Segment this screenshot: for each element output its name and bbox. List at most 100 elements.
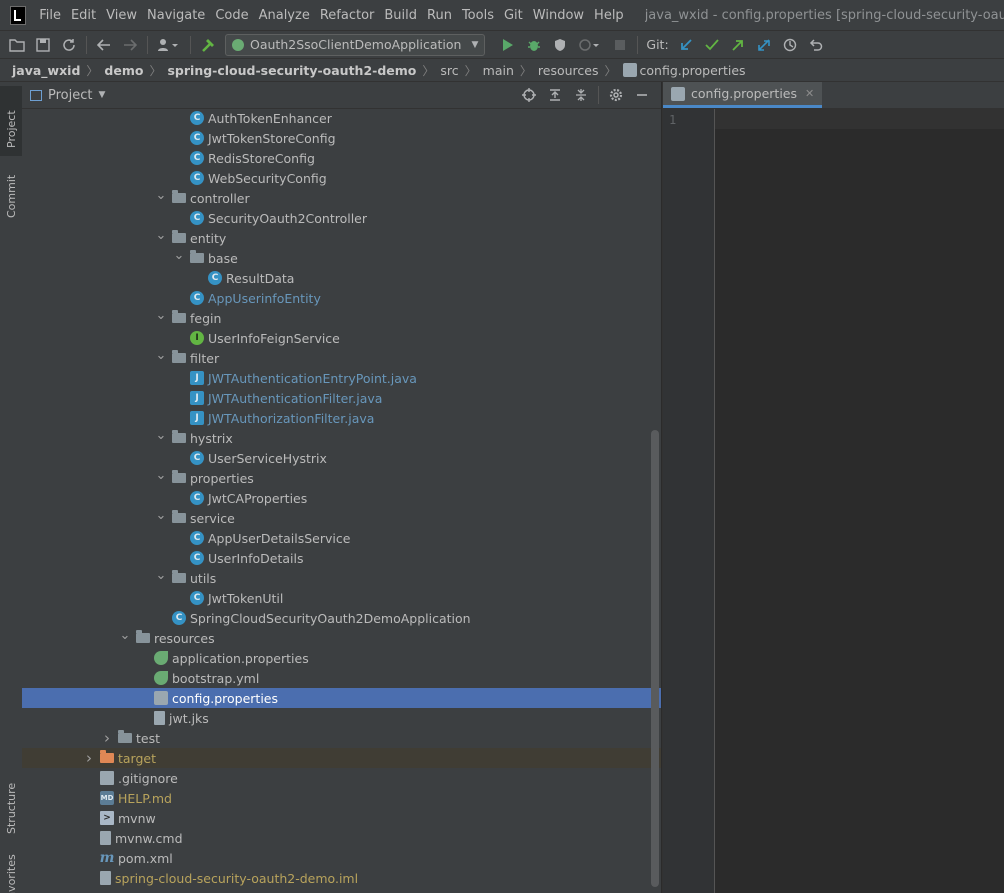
chevron-down-icon[interactable]: ⌄ <box>154 188 168 203</box>
commit-tool-tab[interactable]: Commit <box>0 162 22 232</box>
tree-file-node[interactable]: > mvnw <box>22 808 661 828</box>
menu-item-tools[interactable]: Tools <box>457 8 499 23</box>
tree-file-node[interactable]: C WebSecurityConfig <box>22 168 661 188</box>
project-view-selector[interactable]: Project <box>48 88 92 103</box>
menu-item-edit[interactable]: Edit <box>66 8 101 23</box>
breadcrumb-item[interactable]: config.properties <box>640 63 746 78</box>
locate-target-icon[interactable] <box>518 84 540 106</box>
breadcrumb-item[interactable]: java_wxid <box>12 63 80 78</box>
expand-all-icon[interactable] <box>544 84 566 106</box>
menu-item-code[interactable]: Code <box>210 8 253 23</box>
tree-file-node[interactable]: J JWTAuthenticationEntryPoint.java <box>22 368 661 388</box>
chevron-down-icon[interactable]: ⌄ <box>154 428 168 443</box>
run-configuration-select[interactable]: Oauth2SsoClientDemoApplication ▼ <box>225 33 486 56</box>
favorites-tool-tab[interactable]: Favorites <box>0 842 22 893</box>
tree-folder-node[interactable]: ⌄ fegin <box>22 308 661 328</box>
breadcrumb-item[interactable]: resources <box>538 63 599 78</box>
run-icon[interactable] <box>497 34 519 56</box>
tree-file-node[interactable]: C AppUserinfoEntity <box>22 288 661 308</box>
git-push-icon[interactable] <box>727 34 749 56</box>
tree-scrollbar[interactable] <box>651 430 659 887</box>
chevron-down-icon[interactable]: ⌄ <box>154 568 168 583</box>
user-dropdown-icon[interactable] <box>154 34 184 56</box>
stop-icon[interactable] <box>609 34 631 56</box>
tree-file-node[interactable]: application.properties <box>22 648 661 668</box>
tree-file-node[interactable]: jwt.jks <box>22 708 661 728</box>
menu-item-analyze[interactable]: Analyze <box>254 8 315 23</box>
close-icon[interactable]: ✕ <box>805 87 814 100</box>
tree-folder-node[interactable]: ⌄ base <box>22 248 661 268</box>
menu-item-run[interactable]: Run <box>422 8 457 23</box>
project-tool-tab[interactable]: Project <box>0 86 22 156</box>
tree-folder-node[interactable]: ⌄ properties <box>22 468 661 488</box>
profile-icon[interactable] <box>575 34 605 56</box>
open-folder-icon[interactable] <box>6 34 28 56</box>
tree-file-node[interactable]: C AppUserDetailsService <box>22 528 661 548</box>
tree-file-node[interactable]: C JwtTokenUtil <box>22 588 661 608</box>
structure-tool-tab[interactable]: Structure <box>0 772 22 842</box>
tree-file-node[interactable]: C UserServiceHystrix <box>22 448 661 468</box>
tree-file-node[interactable]: bootstrap.yml <box>22 668 661 688</box>
menu-item-view[interactable]: View <box>101 8 142 23</box>
save-all-icon[interactable] <box>32 34 54 56</box>
menu-item-refactor[interactable]: Refactor <box>315 8 380 23</box>
tree-file-node[interactable]: J JWTAuthenticationFilter.java <box>22 388 661 408</box>
git-merge-icon[interactable] <box>753 34 775 56</box>
coverage-shield-icon[interactable] <box>549 34 571 56</box>
tree-folder-node[interactable]: ⌄ service <box>22 508 661 528</box>
breadcrumb-item[interactable]: src <box>440 63 458 78</box>
menu-item-build[interactable]: Build <box>379 8 422 23</box>
tree-folder-node[interactable]: ⌄ resources <box>22 628 661 648</box>
chevron-down-icon[interactable]: ⌄ <box>154 508 168 523</box>
tree-folder-node[interactable]: ⌄ utils <box>22 568 661 588</box>
chevron-down-icon[interactable]: ⌄ <box>172 248 186 263</box>
history-clock-icon[interactable] <box>779 34 801 56</box>
chevron-down-icon[interactable]: ⌄ <box>154 348 168 363</box>
chevron-down-icon[interactable]: ⌄ <box>154 228 168 243</box>
breadcrumb-item[interactable]: spring-cloud-security-oauth2-demo <box>167 63 416 78</box>
minimize-icon[interactable] <box>631 84 653 106</box>
menu-item-help[interactable]: Help <box>589 8 629 23</box>
chevron-down-icon[interactable]: ▼ <box>98 90 105 100</box>
menu-item-file[interactable]: File <box>34 8 66 23</box>
tree-file-node[interactable]: mvnw.cmd <box>22 828 661 848</box>
sync-icon[interactable] <box>58 34 80 56</box>
back-arrow-icon[interactable] <box>93 34 115 56</box>
git-update-icon[interactable] <box>675 34 697 56</box>
build-hammer-icon[interactable] <box>197 34 219 56</box>
rollback-icon[interactable] <box>805 34 827 56</box>
breadcrumb-item[interactable]: main <box>483 63 514 78</box>
chevron-down-icon[interactable]: ⌄ <box>154 468 168 483</box>
tree-file-node[interactable]: C SecurityOauth2Controller <box>22 208 661 228</box>
tree-file-node[interactable]: J JWTAuthorizationFilter.java <box>22 408 661 428</box>
tree-file-node[interactable]: m pom.xml <box>22 848 661 868</box>
tree-file-node[interactable]: spring-cloud-security-oauth2-demo.iml <box>22 868 661 888</box>
menu-item-git[interactable]: Git <box>499 8 528 23</box>
tree-folder-node[interactable]: ⌄ filter <box>22 348 661 368</box>
tree-file-node[interactable]: C SpringCloudSecurityOauth2DemoApplicatio… <box>22 608 661 628</box>
tree-file-node[interactable]: C ResultData <box>22 268 661 288</box>
chevron-down-icon[interactable]: ⌄ <box>154 308 168 323</box>
chevron-right-icon[interactable]: › <box>82 749 96 767</box>
tree-folder-node[interactable]: ⌄ entity <box>22 228 661 248</box>
tree-file-node[interactable]: MD HELP.md <box>22 788 661 808</box>
tree-file-node[interactable]: C UserInfoDetails <box>22 548 661 568</box>
forward-arrow-icon[interactable] <box>119 34 141 56</box>
tree-file-node[interactable]: C JwtCAProperties <box>22 488 661 508</box>
chevron-right-icon[interactable]: › <box>100 729 114 747</box>
menu-item-navigate[interactable]: Navigate <box>142 8 210 23</box>
tree-file-node[interactable]: C RedisStoreConfig <box>22 148 661 168</box>
tree-folder-node[interactable]: › test <box>22 728 661 748</box>
tree-file-node[interactable]: C AuthTokenEnhancer <box>22 108 661 128</box>
tree-file-node[interactable]: C JwtTokenStoreConfig <box>22 128 661 148</box>
git-commit-check-icon[interactable] <box>701 34 723 56</box>
collapse-all-icon[interactable] <box>570 84 592 106</box>
tree-folder-node[interactable]: › target <box>22 748 661 768</box>
gear-icon[interactable] <box>605 84 627 106</box>
chevron-down-icon[interactable]: ⌄ <box>118 628 132 643</box>
tree-file-node[interactable]: .gitignore <box>22 768 661 788</box>
debug-bug-icon[interactable] <box>523 34 545 56</box>
tree-file-node[interactable]: config.properties <box>22 688 661 708</box>
breadcrumb-item[interactable]: demo <box>104 63 143 78</box>
menu-item-window[interactable]: Window <box>528 8 589 23</box>
